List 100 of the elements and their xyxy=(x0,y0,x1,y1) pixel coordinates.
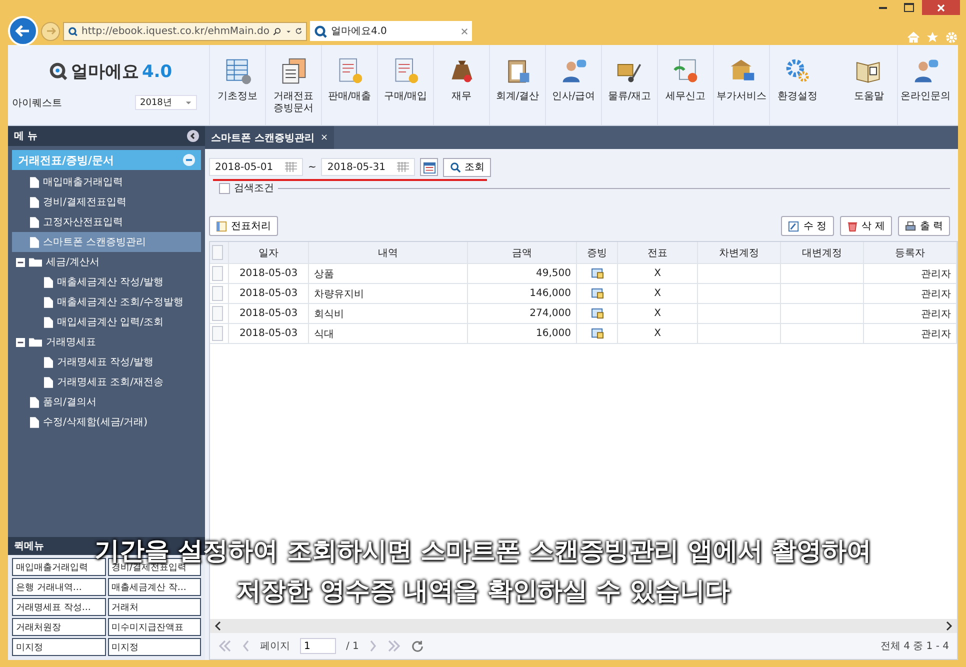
action-button[interactable]: 출 력 xyxy=(898,216,950,236)
column-header[interactable]: 전표 xyxy=(618,242,698,263)
menu-item[interactable]: 매입매출거래입력 xyxy=(12,172,201,192)
back-button[interactable] xyxy=(8,16,38,46)
select-all-checkbox[interactable] xyxy=(212,245,223,260)
toolbar-button[interactable]: 기초정보 xyxy=(209,45,265,125)
receipt-image-icon[interactable] xyxy=(590,328,604,339)
table-cell: 146,000 xyxy=(468,284,577,303)
quick-menu-button[interactable]: 미수미지급잔액표 xyxy=(108,618,201,636)
column-header[interactable]: 금액 xyxy=(468,242,577,263)
quick-menu-button[interactable]: 은행 거래내역… xyxy=(12,578,106,596)
calendar-grid-icon[interactable] xyxy=(285,162,297,172)
receipt-image-icon[interactable] xyxy=(590,268,604,279)
menu-item[interactable]: 거래명세표 작성/발행 xyxy=(12,352,201,372)
menu-folder[interactable]: 세금/계산서 xyxy=(12,252,201,272)
calendar-button[interactable] xyxy=(420,158,438,176)
document-icon xyxy=(30,396,39,408)
menu-item[interactable]: 매출세금계산 조회/수정발행 xyxy=(12,292,201,312)
printer-icon xyxy=(904,220,916,232)
date-field[interactable]: 2018-05-31 xyxy=(321,158,416,176)
document-icon xyxy=(44,376,53,388)
toolbar-button[interactable]: 구매/매입 xyxy=(377,45,433,125)
content-tab[interactable]: 스마트폰 스캔증빙관리 × xyxy=(205,126,334,149)
menu-item[interactable]: 수정/삭제함(세금/거래) xyxy=(12,412,201,432)
toolbar-button[interactable]: 재무 xyxy=(433,45,489,125)
column-header[interactable]: 일자 xyxy=(229,242,309,263)
close-icon xyxy=(937,4,945,12)
date-field[interactable]: 2018-05-01 xyxy=(209,158,303,176)
search-icon[interactable] xyxy=(273,26,282,36)
row-checkbox[interactable] xyxy=(212,326,223,341)
row-checkbox[interactable] xyxy=(212,306,223,321)
table-cell: 2018-05-03 xyxy=(229,304,309,323)
table-cell: 16,000 xyxy=(468,324,577,343)
row-checkbox[interactable] xyxy=(212,286,223,301)
toolbar-button[interactable]: 거래전표 증빙문서 xyxy=(265,45,321,125)
condition-checkbox[interactable] xyxy=(219,182,230,194)
refresh-icon[interactable] xyxy=(410,640,424,652)
column-header[interactable]: 내역 xyxy=(309,242,468,263)
menu-item[interactable]: 경비/결제전표입력 xyxy=(12,192,201,212)
edit-icon xyxy=(788,220,800,232)
menu-item[interactable]: 매출세금계산 작성/발행 xyxy=(12,272,201,292)
collapse-icon[interactable] xyxy=(16,258,25,266)
menu-item[interactable]: 고정자산전표입력 xyxy=(12,212,201,232)
quick-menu-button[interactable]: 미지정 xyxy=(108,638,201,656)
collapse-icon[interactable] xyxy=(16,338,25,346)
toolbar-button[interactable]: 도움말 xyxy=(841,45,897,125)
toolbar-button[interactable]: 부가서비스 xyxy=(713,45,769,125)
voucher-process-button[interactable]: 전표처리 xyxy=(209,216,278,236)
app-logo-icon xyxy=(48,62,68,81)
quick-menu-button[interactable]: 거래처 xyxy=(108,598,201,616)
horizontal-scrollbar[interactable] xyxy=(210,619,957,633)
address-bar[interactable]: http://ebook.iquest.co.kr/ehmMain.do xyxy=(63,22,307,40)
quick-menu-button[interactable]: 거래명세표 작성… xyxy=(12,598,106,616)
browser-tab[interactable]: 얼마에요4.0 xyxy=(310,21,472,41)
trash-icon xyxy=(846,220,858,232)
table-cell: X xyxy=(618,264,698,283)
year-dropdown[interactable]: 2018년 xyxy=(135,95,197,110)
document-icon xyxy=(44,316,53,328)
toolbar-button[interactable]: 온라인문의 xyxy=(897,45,953,125)
menu-folder[interactable]: 거래명세표 xyxy=(12,332,201,352)
close-icon[interactable] xyxy=(461,28,468,34)
action-button[interactable]: 수 정 xyxy=(781,216,834,236)
calendar-grid-icon[interactable] xyxy=(397,162,410,172)
page-input[interactable]: 1 xyxy=(300,638,336,654)
quick-menu-button[interactable]: 거래처원장 xyxy=(12,618,106,636)
column-header[interactable]: 대변계정 xyxy=(781,242,864,263)
close-button[interactable] xyxy=(922,0,960,15)
menu-item[interactable]: 품의/결의서 xyxy=(12,392,201,412)
menu-item[interactable]: 매입세금계산 입력/조회 xyxy=(12,312,201,332)
document-icon xyxy=(30,176,39,188)
action-button[interactable]: 삭 제 xyxy=(840,216,892,236)
receipt-image-icon[interactable] xyxy=(590,288,604,299)
notepad-icon xyxy=(216,220,227,232)
toolbar-button[interactable]: 세무신고 xyxy=(657,45,713,125)
document-icon xyxy=(44,356,53,368)
column-header[interactable]: 차변계정 xyxy=(698,242,781,263)
column-header[interactable]: 증빙 xyxy=(577,242,618,263)
scroll-left-icon[interactable] xyxy=(214,621,222,631)
collapse-icon[interactable] xyxy=(187,130,199,142)
toolbar-button[interactable]: 인사/급여 xyxy=(545,45,601,125)
search-button[interactable]: 조회 xyxy=(443,158,492,176)
condition-label: 검색조건 xyxy=(234,182,274,195)
page-label: 페이지 xyxy=(260,640,290,653)
quick-menu-button[interactable]: 미지정 xyxy=(12,638,106,656)
star-icon[interactable] xyxy=(926,30,939,44)
row-checkbox[interactable] xyxy=(212,266,223,281)
toolbar-button[interactable]: 환경설정 xyxy=(769,45,825,125)
document-icon xyxy=(44,276,53,288)
receipt-image-icon[interactable] xyxy=(590,308,604,319)
column-header[interactable]: 등록자 xyxy=(864,242,957,263)
toolbar-button[interactable]: 판매/매출 xyxy=(321,45,377,125)
refresh-icon[interactable] xyxy=(294,26,302,36)
table-cell: 차량유지비 xyxy=(309,284,468,303)
quick-menu-button[interactable]: 매출세금계산 작… xyxy=(108,578,201,596)
scroll-right-icon[interactable] xyxy=(945,621,953,631)
toolbar-button[interactable]: 회계/결산 xyxy=(489,45,545,125)
subtitle-caption: 저장한 영수증 내역을 확인하실 수 있습니다 xyxy=(236,575,730,607)
toolbar-button[interactable]: 물류/재고 xyxy=(601,45,657,125)
tab-close-button[interactable]: × xyxy=(320,132,328,142)
menu-item[interactable]: 거래명세표 조회/재전송 xyxy=(12,372,201,392)
